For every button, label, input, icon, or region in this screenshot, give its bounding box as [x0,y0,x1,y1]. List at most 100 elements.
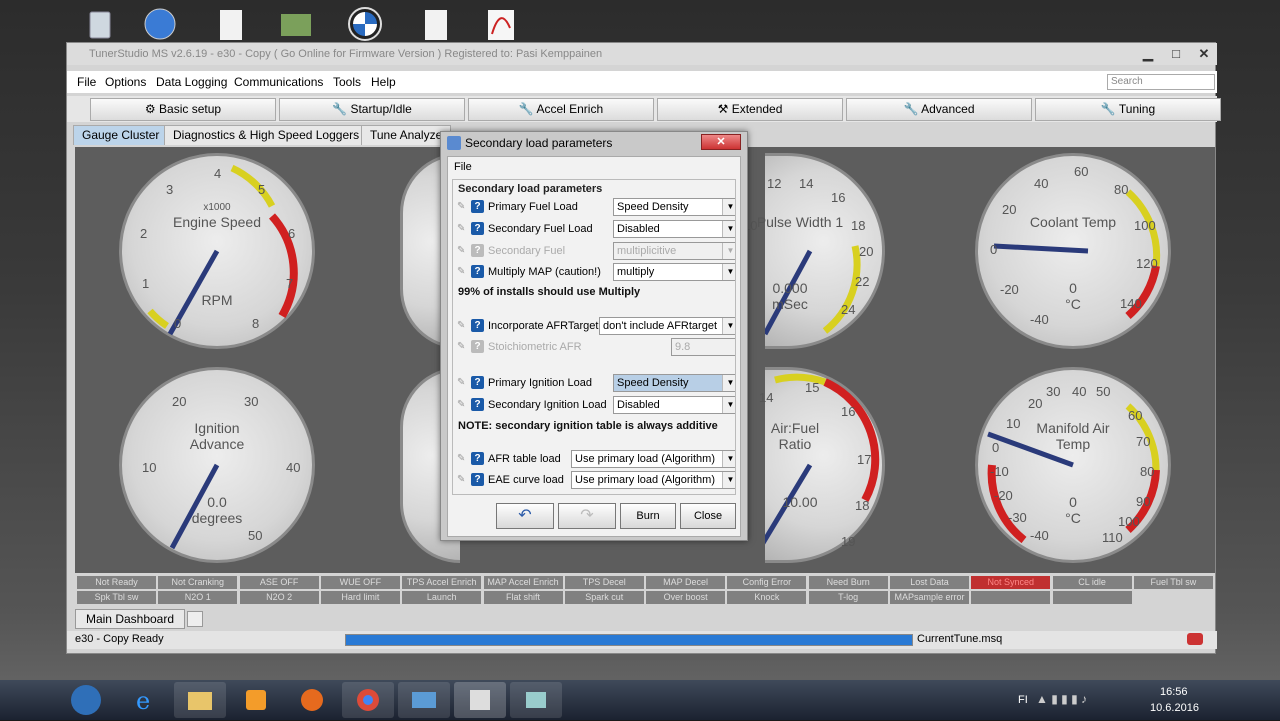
parameters-panel: Secondary load parameters ✎? Primary Fue… [452,179,736,495]
burn-button[interactable]: Burn [620,503,676,529]
tuning-button[interactable]: 🔧 Tuning [1035,98,1221,121]
menu-communications[interactable]: Communications [234,75,323,89]
chevron-down-icon: ▼ [722,264,735,280]
eae-curve-load-select[interactable]: Use primary load (Algorithm) ▼ [571,471,735,489]
chevron-down-icon: ▼ [722,451,735,467]
close-icon[interactable]: ✕ [1191,45,1217,62]
maximize-icon[interactable]: □ [1163,45,1189,62]
network-globe-icon[interactable] [140,4,180,44]
tab-diagnostics[interactable]: Diagnostics & High Speed Loggers [164,125,369,145]
media-player-icon[interactable] [230,682,282,718]
tab-gauge-cluster[interactable]: Gauge Cluster [73,125,169,145]
multiply-map-select[interactable]: multiply ▼ [613,263,735,281]
help-icon[interactable]: ? [471,200,484,213]
secondary-fuel-load-select[interactable]: Disabled ▼ [613,220,735,238]
stoich-afr-spinner: 9.8 [671,338,735,356]
status-indicator: ASE OFF [239,576,319,589]
status-indicator: TPS Decel [564,576,644,589]
wrench-icon: 🔧 [903,102,922,116]
clock-time[interactable]: 16:56 [1160,686,1188,698]
bmw-logo-icon[interactable] [345,4,385,44]
help-icon[interactable]: ? [471,452,484,465]
clock-date[interactable]: 10.6.2016 [1150,702,1199,714]
edit-pencil-icon: ✎ [457,223,466,234]
remote-desktop-icon[interactable] [398,682,450,718]
gauge-app-icon[interactable] [275,4,315,44]
pdf-document-icon[interactable] [480,4,520,44]
dashboard-edit-icon[interactable] [187,611,203,627]
edit-pencil-icon: ✎ [457,341,466,352]
dialog-close-icon[interactable]: ✕ [701,134,741,150]
secondary-fuel-load-row: ✎? Secondary Fuel Load Disabled ▼ [453,219,735,239]
basic-setup-button[interactable]: ⚙ Basic setup [90,98,276,121]
undo-button[interactable]: ↶ [496,503,554,529]
gauge-unit: mSec [772,296,808,312]
afr-target-select[interactable]: don't include AFRtarget ▼ [599,317,735,335]
gauge-coolant-temp: Coolant Temp 0 °C 40 60 80 100 120 140 2… [975,153,1171,349]
secondary-ignition-load-select[interactable]: Disabled ▼ [613,396,735,414]
extended-button[interactable]: ⚒ Extended [657,98,843,121]
minimize-icon[interactable]: ▁ [1135,45,1161,62]
status-indicator: Not Cranking [158,576,238,589]
help-icon[interactable]: ? [471,319,484,332]
dialog-menu-file[interactable]: File [454,161,472,173]
app-taskbar-icon[interactable] [510,682,562,718]
eae-curve-load-row: ✎? EAE curve load Use primary load (Algo… [453,470,735,490]
close-button[interactable]: Close [680,503,736,529]
multiply-map-row: ✎? Multiply MAP (caution!) multiply ▼ [453,262,735,282]
redo-button: ↷ [558,503,616,529]
status-indicator: Over boost [646,591,726,604]
language-indicator[interactable]: FI [1018,694,1028,706]
help-icon[interactable]: ? [471,398,484,411]
tunerstudio-taskbar-icon[interactable] [454,682,506,718]
menu-data-logging[interactable]: Data Logging [156,75,227,89]
primary-ignition-load-select[interactable]: Speed Density ▼ [613,374,735,392]
status-indicator: WUE OFF [320,576,400,589]
edit-pencil-icon: ✎ [457,377,466,388]
help-icon[interactable]: ? [471,376,484,389]
chrome-icon[interactable] [342,682,394,718]
multiply-note: 99% of installs should use Multiply [458,286,641,298]
edit-pencil-icon: ✎ [457,266,466,277]
afr-table-load-select[interactable]: Use primary load (Algorithm) ▼ [571,450,735,468]
start-button[interactable] [62,682,110,718]
tools-icon: 🔧 [1100,102,1119,116]
primary-fuel-load-select[interactable]: Speed Density ▼ [613,198,735,216]
internet-explorer-icon[interactable]: e [118,682,170,718]
secondary-load-dialog: Secondary load parameters ✕ File Seconda… [440,131,748,541]
gauge-title: Manifold Air Temp [1036,420,1110,452]
help-icon[interactable]: ? [471,265,484,278]
gauge-manifold-air-temp: Manifold Air Temp 0 °C 30 40 50 60 70 80… [975,367,1171,563]
tab-main-dashboard[interactable]: Main Dashboard [75,609,185,629]
search-input[interactable]: Search [1107,74,1215,90]
status-indicator: MAP Accel Enrich [483,576,563,589]
menu-help[interactable]: Help [371,75,396,89]
document-icon[interactable] [210,4,250,44]
recycle-bin-icon[interactable] [80,4,120,44]
file-explorer-icon[interactable] [174,682,226,718]
status-indicator: Flat shift [483,591,563,604]
menu-tools[interactable]: Tools [333,75,361,89]
tab-tune-analyze[interactable]: Tune Analyze [361,125,452,145]
status-indicator: Not Synced [971,576,1051,589]
chevron-down-icon: ▼ [722,318,735,334]
help-icon[interactable]: ? [471,222,484,235]
edit-pencil-icon: ✎ [457,399,466,410]
afr-table-load-row: ✎? AFR table load Use primary load (Algo… [453,449,735,469]
menu-options[interactable]: Options [105,75,146,89]
status-indicator: Knock [727,591,807,604]
advanced-button[interactable]: 🔧 Advanced [846,98,1032,121]
document-icon[interactable] [415,4,455,44]
help-icon[interactable]: ? [471,473,484,486]
svg-text:e: e [136,687,150,715]
startup-idle-button[interactable]: 🔧 Startup/Idle [279,98,465,121]
menu-file[interactable]: File [77,75,96,89]
chevron-down-icon: ▼ [722,472,735,488]
accel-enrich-button[interactable]: 🔧 Accel Enrich [468,98,654,121]
engine-icon: ⚙ [144,102,160,116]
status-indicator [1052,591,1132,604]
chevron-down-icon: ▼ [722,243,735,259]
tray-icons[interactable]: ▲ ▮ ▮ ▮ ♪ [1036,692,1087,706]
firefox-icon[interactable] [286,682,338,718]
connection-icon[interactable] [1187,633,1203,645]
